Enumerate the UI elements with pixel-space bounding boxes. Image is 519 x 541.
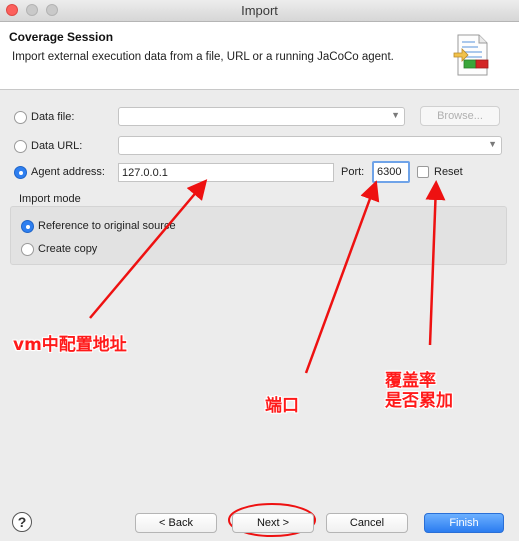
port-annotation: 端口 (265, 396, 299, 416)
cancel-button[interactable]: Cancel (326, 513, 408, 533)
data-url-combo[interactable]: ▼ (118, 136, 502, 155)
data-file-combo[interactable]: ▼ (118, 107, 405, 126)
wizard-header: Coverage Session Import external executi… (0, 22, 519, 90)
create-copy-radio[interactable] (21, 243, 34, 256)
window-title: Import (241, 3, 278, 18)
port-input[interactable]: 6300 (372, 161, 410, 183)
chevron-down-icon[interactable]: ▼ (488, 139, 497, 149)
reset-annotation-line2: 是否累加 (385, 391, 453, 411)
agent-address-input[interactable]: 127.0.0.1 (118, 163, 334, 182)
next-button[interactable]: Next > (232, 513, 314, 533)
reset-label: Reset (434, 166, 463, 178)
wizard-import-icon (453, 34, 489, 76)
data-url-radio[interactable] (14, 140, 27, 153)
finish-button[interactable]: Finish (424, 513, 504, 533)
port-label: Port: (341, 166, 365, 178)
data-file-radio[interactable] (14, 111, 27, 124)
create-copy-label: Create copy (38, 243, 98, 255)
data-file-label: Data file: (31, 111, 75, 123)
reset-checkbox[interactable] (417, 166, 429, 178)
data-url-label: Data URL: (31, 140, 83, 152)
address-annotation: vm中配置地址 (13, 335, 127, 355)
import-mode-label: Import mode (19, 193, 81, 205)
reference-source-label: Reference to original source (38, 220, 176, 232)
page-title: Coverage Session (9, 30, 114, 44)
reference-source-radio[interactable] (21, 220, 34, 233)
browse-button[interactable]: Browse... (420, 106, 500, 126)
title-bar: Import (0, 0, 519, 22)
help-icon[interactable]: ? (12, 512, 32, 532)
agent-address-label: Agent address: (31, 166, 105, 178)
back-button[interactable]: < Back (135, 513, 217, 533)
page-description: Import external execution data from a fi… (12, 51, 394, 63)
import-mode-group (10, 206, 507, 265)
agent-address-radio[interactable] (14, 166, 27, 179)
chevron-down-icon[interactable]: ▼ (391, 110, 400, 120)
